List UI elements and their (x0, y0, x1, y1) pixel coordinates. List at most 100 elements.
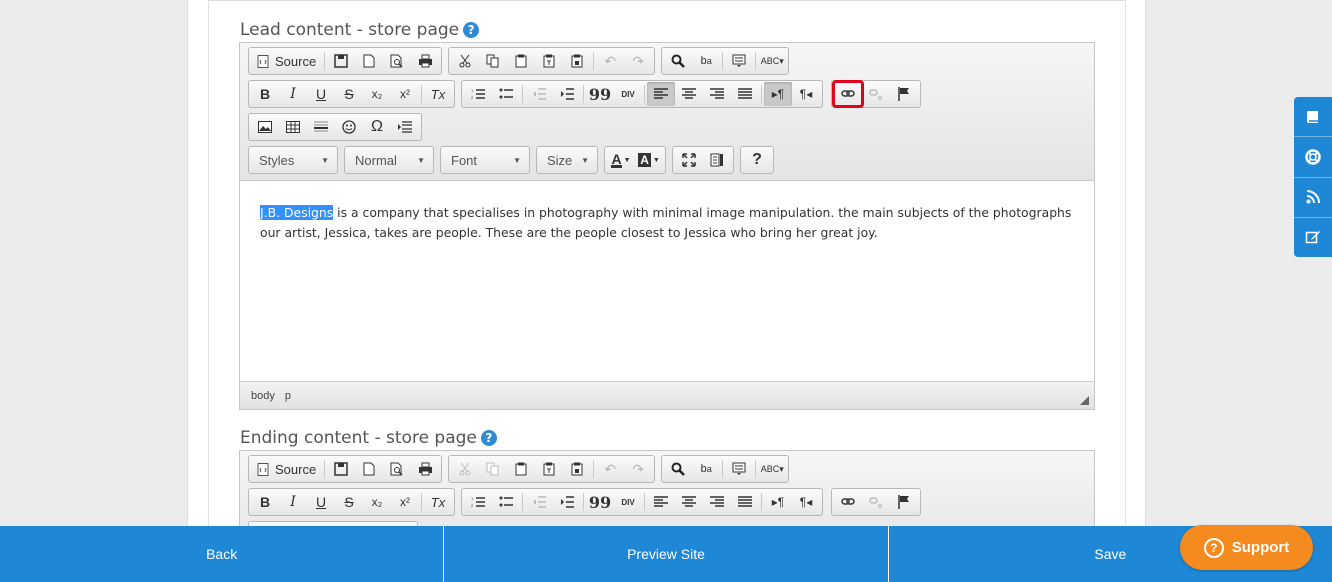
subscript-icon[interactable]: x₂ (363, 82, 391, 106)
path-p[interactable]: p (285, 390, 291, 402)
find-icon[interactable] (664, 457, 692, 481)
rss-icon[interactable] (1294, 178, 1332, 218)
bg-color-icon[interactable]: A ▼ (635, 148, 663, 172)
resize-handle[interactable] (1080, 396, 1089, 405)
save-icon[interactable] (327, 457, 355, 481)
align-right-icon[interactable] (703, 490, 731, 514)
underline-icon[interactable]: U (307, 490, 335, 514)
numbered-list-icon[interactable]: 12 (464, 490, 492, 514)
font-dropdown[interactable]: Font ▼ (440, 146, 530, 174)
page-break-icon[interactable] (391, 115, 419, 139)
body-text[interactable]: is a company that specialises in photogr… (260, 205, 1071, 240)
new-page-icon[interactable] (355, 457, 383, 481)
align-left-icon[interactable] (647, 82, 675, 106)
path-body[interactable]: body (251, 390, 275, 402)
align-center-icon[interactable] (675, 490, 703, 514)
create-div-icon[interactable]: DIV (614, 82, 642, 106)
unlink-icon[interactable] (862, 82, 890, 106)
copy-icon[interactable] (479, 457, 507, 481)
cut-icon[interactable] (451, 457, 479, 481)
special-char-icon[interactable]: Ω (363, 115, 391, 139)
align-left-icon[interactable] (647, 490, 675, 514)
text-direction-rtl-icon[interactable]: ¶◂ (792, 82, 820, 106)
numbered-list-icon[interactable]: 12 (464, 82, 492, 106)
book-icon[interactable] (1294, 97, 1332, 138)
remove-format-icon[interactable]: Tx (424, 82, 452, 106)
source-button[interactable]: Source (251, 49, 322, 73)
link-icon[interactable] (832, 80, 864, 108)
underline-icon[interactable]: U (307, 82, 335, 106)
back-button[interactable]: Back (0, 526, 445, 582)
format-dropdown[interactable]: Normal ▼ (344, 146, 434, 174)
paste-text-icon[interactable] (535, 49, 563, 73)
paste-icon[interactable] (507, 457, 535, 481)
edit-icon[interactable] (1294, 218, 1332, 257)
source-button[interactable]: Source (251, 457, 322, 481)
selected-text[interactable]: J.B. Designs (260, 205, 334, 220)
bulleted-list-icon[interactable] (492, 490, 520, 514)
select-all-icon[interactable] (725, 49, 753, 73)
preview-icon[interactable] (383, 49, 411, 73)
smiley-icon[interactable] (335, 115, 363, 139)
undo-icon[interactable]: ↶ (596, 457, 624, 481)
maximize-icon[interactable] (675, 148, 703, 172)
italic-icon[interactable]: I (279, 490, 307, 514)
table-icon[interactable] (279, 115, 307, 139)
superscript-icon[interactable]: x² (391, 490, 419, 514)
help-icon[interactable]: ? (463, 22, 480, 38)
undo-icon[interactable]: ↶ (596, 49, 624, 73)
indent-icon[interactable] (553, 82, 581, 106)
strikethrough-icon[interactable]: S (335, 82, 363, 106)
bold-icon[interactable]: B (251, 82, 279, 106)
indent-icon[interactable] (553, 490, 581, 514)
text-color-icon[interactable]: A ▼ (607, 148, 635, 172)
create-div-icon[interactable]: DIV (614, 490, 642, 514)
help-icon[interactable]: ? (480, 430, 497, 446)
print-icon[interactable] (411, 49, 439, 73)
paste-word-icon[interactable] (563, 49, 591, 73)
outdent-icon[interactable] (525, 82, 553, 106)
link-icon[interactable] (834, 490, 862, 514)
strikethrough-icon[interactable]: S (335, 490, 363, 514)
spellcheck-icon[interactable]: ABC▾ (758, 457, 786, 481)
find-icon[interactable] (664, 49, 692, 73)
image-icon[interactable] (251, 115, 279, 139)
redo-icon[interactable]: ↷ (624, 49, 652, 73)
italic-icon[interactable]: I (279, 82, 307, 106)
copy-icon[interactable] (479, 49, 507, 73)
preview-icon[interactable] (383, 457, 411, 481)
text-direction-ltr-icon[interactable]: ▸¶ (764, 490, 792, 514)
outdent-icon[interactable] (525, 490, 553, 514)
align-justify-icon[interactable] (731, 490, 759, 514)
select-all-icon[interactable] (725, 457, 753, 481)
show-blocks-icon[interactable] (703, 148, 731, 172)
blockquote-icon[interactable]: 99 (586, 82, 614, 106)
editor-content[interactable]: J.B. Designs is a company that specialis… (240, 181, 1094, 381)
cut-icon[interactable] (451, 49, 479, 73)
anchor-flag-icon[interactable] (890, 82, 918, 106)
bulleted-list-icon[interactable] (492, 82, 520, 106)
support-button[interactable]: ? Support (1180, 525, 1313, 570)
redo-icon[interactable]: ↷ (624, 457, 652, 481)
paste-icon[interactable] (507, 49, 535, 73)
remove-format-icon[interactable]: Tx (424, 490, 452, 514)
replace-icon[interactable]: ba (692, 49, 720, 73)
unlink-icon[interactable] (862, 490, 890, 514)
help-button-icon[interactable]: ? (743, 148, 771, 172)
text-direction-rtl-icon[interactable]: ¶◂ (792, 490, 820, 514)
print-icon[interactable] (411, 457, 439, 481)
anchor-flag-icon[interactable] (890, 490, 918, 514)
lifebuoy-icon[interactable] (1294, 137, 1332, 178)
save-icon[interactable] (327, 49, 355, 73)
text-direction-ltr-icon[interactable]: ▸¶ (764, 82, 792, 106)
align-justify-icon[interactable] (731, 82, 759, 106)
subscript-icon[interactable]: x₂ (363, 490, 391, 514)
spellcheck-icon[interactable]: ABC▾ (758, 49, 786, 73)
align-center-icon[interactable] (675, 82, 703, 106)
preview-site-button[interactable]: Preview Site (444, 526, 889, 582)
align-right-icon[interactable] (703, 82, 731, 106)
replace-icon[interactable]: ba (692, 457, 720, 481)
styles-dropdown[interactable]: Styles ▼ (248, 146, 338, 174)
new-page-icon[interactable] (355, 49, 383, 73)
paste-word-icon[interactable] (563, 457, 591, 481)
